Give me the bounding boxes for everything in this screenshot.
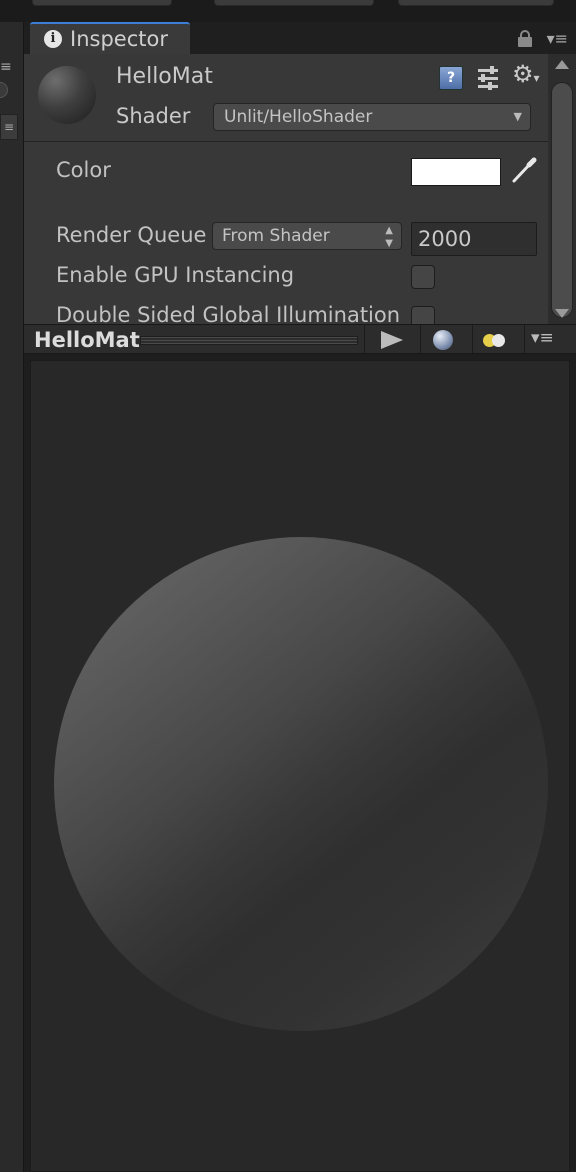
scroll-thumb[interactable] [551, 82, 573, 318]
lock-icon[interactable] [518, 30, 532, 47]
render-queue-mode: From Shader [222, 226, 330, 246]
material-thumbnail [38, 66, 96, 124]
eyedropper-icon[interactable] [508, 156, 538, 186]
shader-dropdown[interactable]: Unlit/HelloShader ▼ [213, 103, 531, 131]
material-preview[interactable] [30, 360, 570, 1172]
panel-list-icon[interactable]: ≡ [0, 114, 18, 140]
dropdown-arrow-icon: ▼ [513, 110, 522, 123]
gear-icon[interactable]: ⚙▾ [512, 62, 540, 86]
top-toolbar-strip [0, 0, 576, 22]
updown-arrow-icon: ▲ ▼ [385, 225, 393, 249]
double-sided-gi-label: Double Sided Global Illumination [56, 303, 401, 324]
lights-icon[interactable] [472, 325, 520, 355]
tab-label: Inspector [70, 27, 168, 51]
preview-title: HelloMat [34, 328, 140, 352]
gpu-instancing-checkbox[interactable] [411, 265, 435, 289]
double-sided-gi-checkbox[interactable] [411, 306, 435, 324]
material-name: HelloMat [116, 64, 213, 89]
panel-menu-icon[interactable]: ≡ [0, 60, 12, 74]
shader-dropdown-value: Unlit/HelloShader [224, 107, 373, 127]
adjacent-panel-edge: ≡ ≡ [0, 22, 24, 1172]
top-toolbar-button[interactable] [398, 0, 554, 6]
preview-toolbar: HelloMat ▾≡ [24, 324, 576, 355]
search-circle-icon [0, 82, 8, 98]
preview-menu-icon[interactable]: ▾≡ [524, 325, 576, 355]
color-label: Color [56, 158, 111, 182]
preset-sliders-icon[interactable] [477, 66, 499, 90]
render-queue-label: Render Queue [56, 223, 207, 247]
info-icon: i [44, 30, 62, 48]
material-properties: Color Render Queue From Shader ▲ ▼ 2000 E… [24, 142, 548, 324]
play-icon[interactable] [364, 325, 412, 355]
scroll-down-arrow[interactable] [555, 309, 569, 318]
color-swatch[interactable] [411, 158, 501, 186]
top-toolbar-button[interactable] [32, 0, 172, 6]
inspector-scrollbar[interactable] [548, 54, 576, 324]
preview-sphere [54, 537, 548, 1031]
sphere-mesh-icon[interactable] [420, 325, 468, 355]
material-header: HelloMat Shader Unlit/HelloShader ▼ ? ⚙▾ [24, 54, 548, 142]
tab-menu-icon[interactable]: ▾≡ [547, 29, 568, 48]
help-icon[interactable]: ? [439, 66, 463, 90]
shader-label: Shader [116, 104, 191, 128]
preview-resize-grip[interactable] [140, 336, 358, 345]
top-toolbar-button[interactable] [214, 0, 374, 6]
render-queue-field[interactable]: 2000 [411, 222, 537, 256]
tab-bar: i Inspector ▾≡ [24, 22, 576, 54]
scroll-up-arrow[interactable] [555, 60, 569, 69]
gpu-instancing-label: Enable GPU Instancing [56, 263, 295, 287]
render-queue-dropdown[interactable]: From Shader ▲ ▼ [212, 222, 402, 250]
tab-inspector[interactable]: i Inspector [30, 22, 190, 54]
